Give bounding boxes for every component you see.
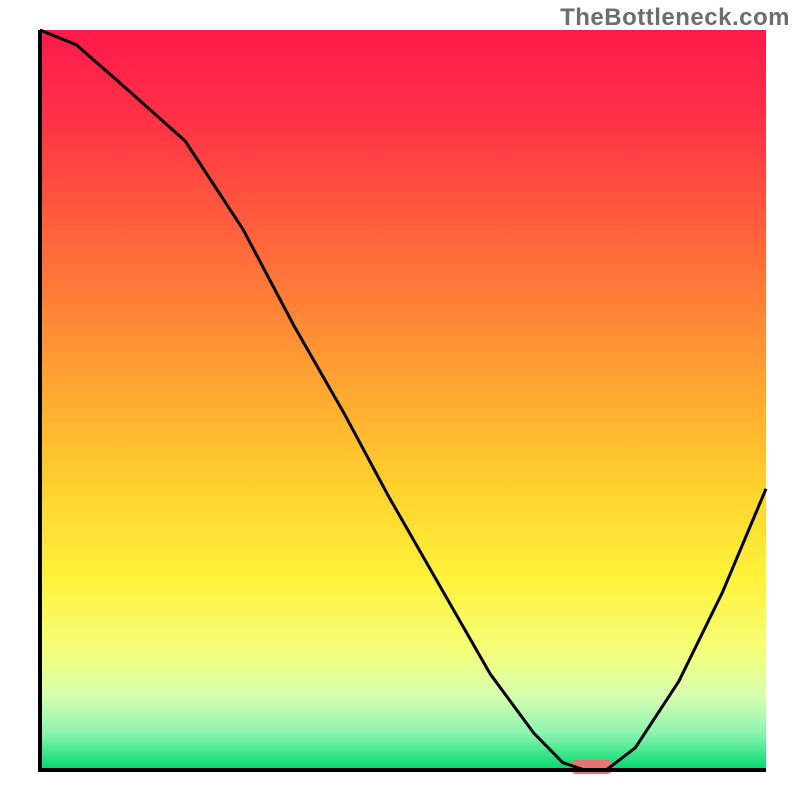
plot-background bbox=[40, 30, 766, 770]
bottleneck-chart: TheBottleneck.com bbox=[0, 0, 800, 800]
chart-svg bbox=[0, 0, 800, 800]
watermark-text: TheBottleneck.com bbox=[560, 4, 790, 32]
